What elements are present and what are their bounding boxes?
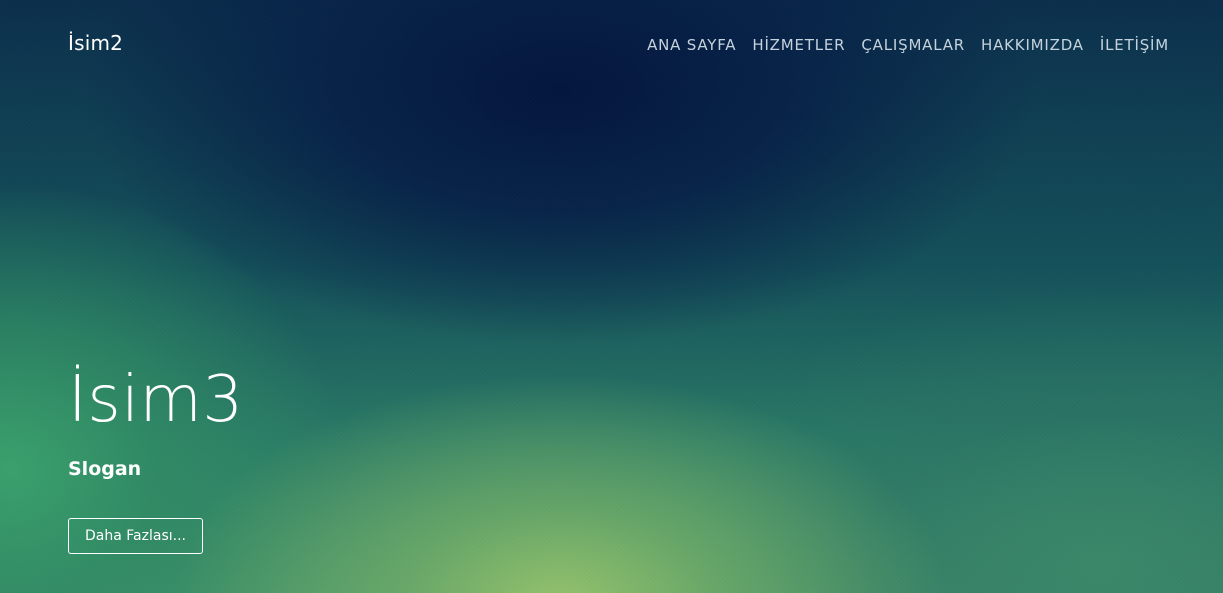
nav-menu: ANA SAYFA HİZMETLER ÇALIŞMALAR HAKKIMIZD…: [631, 35, 1169, 54]
more-button[interactable]: Daha Fazlası...: [68, 518, 203, 554]
nav-link-hizmetler[interactable]: HİZMETLER: [752, 36, 845, 54]
nav-link-calismalar[interactable]: ÇALIŞMALAR: [861, 36, 965, 54]
background-texture: [0, 0, 1223, 593]
nav-link-hakkimizda[interactable]: HAKKIMIZDA: [981, 36, 1084, 54]
nav-item-calismalar: ÇALIŞMALAR: [861, 35, 965, 54]
nav-item-hizmetler: HİZMETLER: [752, 35, 845, 54]
hero-slogan: Slogan: [68, 458, 142, 480]
brand-logo-link[interactable]: İsim2: [68, 31, 123, 55]
nav-link-ana-sayfa[interactable]: ANA SAYFA: [647, 36, 736, 54]
nav-item-iletisim: İLETİŞİM: [1100, 35, 1169, 54]
nav-link-iletisim[interactable]: İLETİŞİM: [1100, 36, 1169, 54]
hero-title: İsim3: [68, 363, 244, 437]
hero-section: İsim2 ANA SAYFA HİZMETLER ÇALIŞMALAR HAK…: [0, 0, 1223, 593]
hero-content: İsim3 Slogan Daha Fazlası...: [68, 360, 244, 554]
navbar: İsim2 ANA SAYFA HİZMETLER ÇALIŞMALAR HAK…: [0, 0, 1223, 88]
nav-item-hakkimizda: HAKKIMIZDA: [981, 35, 1084, 54]
nav-item-ana-sayfa: ANA SAYFA: [647, 35, 736, 54]
